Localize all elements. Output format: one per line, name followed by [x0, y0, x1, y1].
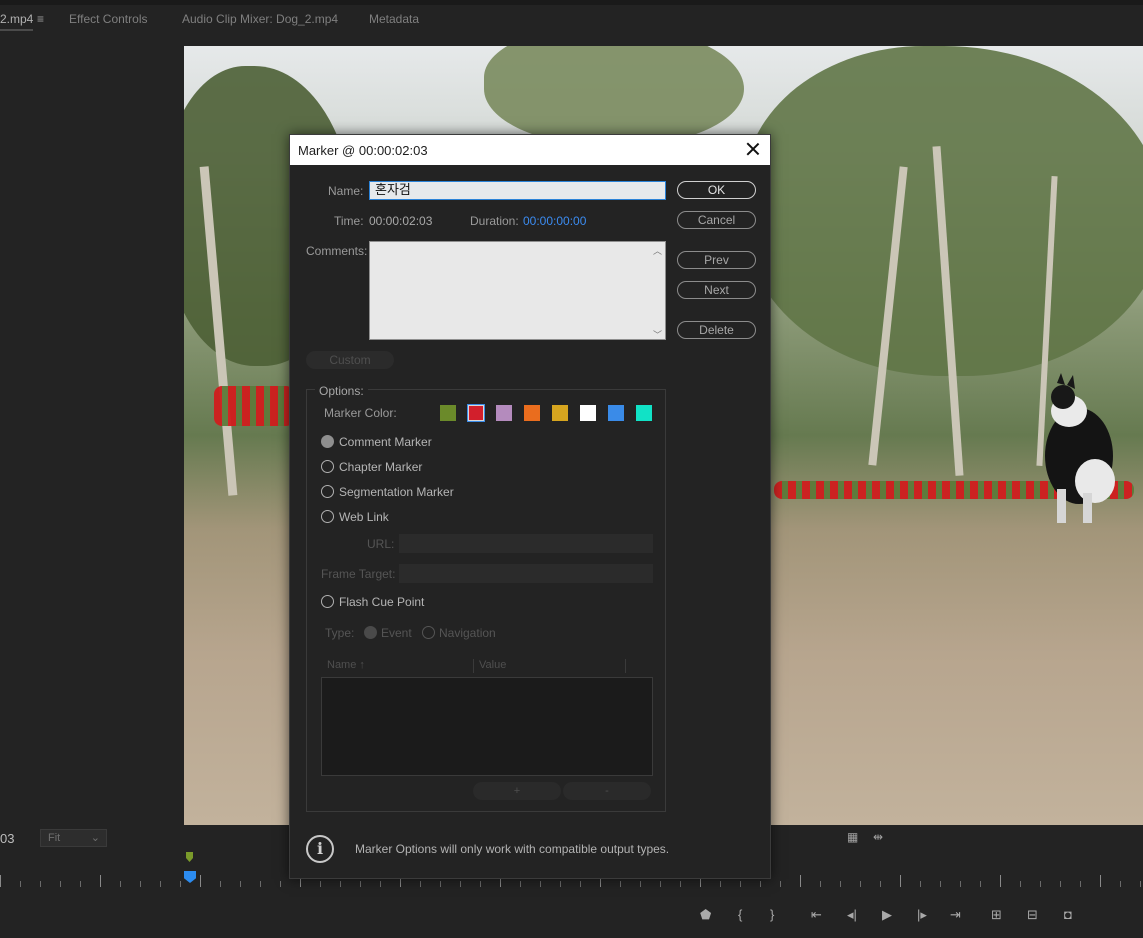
color-swatch-2[interactable]: [496, 405, 512, 421]
cue-table-header: Name ↑ Value: [321, 657, 653, 675]
panel-tab-bar: 2.mp4 ≡ Effect Controls Audio Clip Mixer…: [0, 0, 1143, 45]
chapter-marker-label: Chapter Marker: [339, 460, 423, 474]
frame-target-input: [399, 564, 653, 583]
marker-icon[interactable]: [186, 852, 193, 862]
tab-program-clip[interactable]: 2.mp4: [0, 12, 34, 31]
flash-cue-point-radio[interactable]: [321, 595, 334, 608]
dog-image: [1045, 373, 1115, 523]
time-value: 00:00:02:03: [369, 214, 433, 228]
step-back-icon[interactable]: ◂|: [847, 908, 857, 922]
segmentation-marker-label: Segmentation Marker: [339, 485, 454, 499]
mark-in-icon[interactable]: {: [738, 908, 742, 922]
panel-menu-icon[interactable]: ≡: [37, 12, 44, 26]
color-swatch-7[interactable]: [636, 405, 652, 421]
options-title: Options:: [315, 384, 368, 398]
comments-label: Comments:: [306, 244, 368, 258]
close-icon[interactable]: [744, 140, 762, 158]
options-group: Options: Marker Color: Comment Marker Ch…: [306, 384, 666, 812]
insert-icon[interactable]: ⊞: [991, 908, 1002, 922]
dialog-title: Marker @ 00:00:02:03: [298, 143, 428, 158]
mark-out-icon[interactable]: }: [770, 908, 774, 922]
playhead-timecode[interactable]: 03: [0, 831, 14, 846]
tab-effect-controls[interactable]: Effect Controls: [69, 12, 147, 26]
delete-button[interactable]: Delete: [677, 321, 756, 339]
go-to-in-icon[interactable]: ⇤: [811, 908, 822, 922]
url-label: URL:: [367, 537, 395, 551]
trim-icon[interactable]: ⇹: [873, 830, 883, 844]
zoom-level-value: Fit: [48, 832, 61, 844]
scroll-down-icon[interactable]: ﹀: [653, 328, 662, 340]
chevron-down-icon: ⌄: [90, 832, 100, 844]
cue-name-column-label: Name: [327, 659, 357, 671]
footer-note: Marker Options will only work with compa…: [355, 842, 670, 856]
add-cue-param-button: +: [473, 782, 561, 800]
step-forward-icon[interactable]: |▸: [917, 908, 927, 922]
sort-up-icon: ↑: [359, 659, 365, 671]
web-link-label: Web Link: [339, 510, 389, 524]
comment-marker-label: Comment Marker: [339, 435, 432, 449]
chapter-marker-radio[interactable]: [321, 460, 334, 473]
tab-metadata[interactable]: Metadata: [369, 12, 419, 26]
comments-textarea[interactable]: ︿ ﹀: [369, 241, 666, 340]
remove-cue-param-button: -: [563, 782, 651, 800]
color-swatch-3[interactable]: [524, 405, 540, 421]
frame-target-label: Frame Target:: [321, 567, 396, 581]
column-divider: [473, 659, 474, 673]
cue-table-body: [321, 677, 653, 776]
export-frame-icon[interactable]: ◘: [1064, 908, 1072, 922]
comments-scrollbar[interactable]: ︿ ﹀: [651, 242, 665, 340]
add-marker-icon[interactable]: ⬟: [700, 908, 711, 922]
color-swatch-0[interactable]: [440, 405, 456, 421]
color-swatch-6[interactable]: [608, 405, 624, 421]
next-button[interactable]: Next: [677, 281, 756, 299]
url-input: [399, 534, 653, 553]
red-flowers: [214, 386, 294, 426]
navigation-radio: [422, 626, 435, 639]
custom-button: Custom: [306, 351, 394, 369]
tab-audio-clip-mixer[interactable]: Audio Clip Mixer: Dog_2.mp4: [182, 12, 338, 26]
cue-name-column: Name ↑: [327, 659, 365, 671]
duration-value[interactable]: 00:00:00:00: [523, 214, 586, 228]
type-label: Type:: [325, 626, 355, 640]
cue-point-table: Name ↑ Value: [321, 657, 653, 776]
info-icon: i: [306, 835, 334, 863]
duration-label: Duration:: [470, 214, 519, 228]
prev-button[interactable]: Prev: [677, 251, 756, 269]
dialog-titlebar[interactable]: Marker @ 00:00:02:03: [290, 135, 770, 165]
comment-marker-radio[interactable]: [321, 435, 334, 448]
overwrite-icon[interactable]: ⊟: [1027, 908, 1038, 922]
scroll-up-icon[interactable]: ︿: [653, 244, 662, 256]
color-swatch-1[interactable]: [467, 404, 485, 422]
event-radio: [364, 626, 377, 639]
name-input[interactable]: 혼자검: [369, 181, 666, 200]
cancel-button[interactable]: Cancel: [677, 211, 756, 229]
dialog-footer: i Marker Options will only work with com…: [290, 820, 770, 878]
web-link-radio[interactable]: [321, 510, 334, 523]
tree-foliage: [484, 46, 744, 146]
event-label: Event: [381, 626, 412, 640]
marker-dialog: Marker @ 00:00:02:03 Name: 혼자검 Time: 00:…: [289, 134, 771, 879]
color-swatch-4[interactable]: [552, 405, 568, 421]
zoom-level-select[interactable]: Fit ⌄: [40, 829, 107, 847]
marker-color-label: Marker Color:: [324, 406, 397, 420]
flash-cue-point-label: Flash Cue Point: [339, 595, 425, 609]
settings-icon[interactable]: ▦: [847, 830, 858, 844]
name-label: Name:: [328, 184, 364, 198]
segmentation-marker-radio[interactable]: [321, 485, 334, 498]
go-to-out-icon[interactable]: ⇥: [950, 908, 961, 922]
column-divider: [625, 659, 626, 673]
cue-value-column: Value: [479, 659, 507, 671]
navigation-label: Navigation: [439, 626, 496, 640]
play-icon[interactable]: ▶: [882, 908, 892, 922]
ok-button[interactable]: OK: [677, 181, 756, 199]
color-swatch-5[interactable]: [580, 405, 596, 421]
time-label: Time:: [334, 214, 364, 228]
